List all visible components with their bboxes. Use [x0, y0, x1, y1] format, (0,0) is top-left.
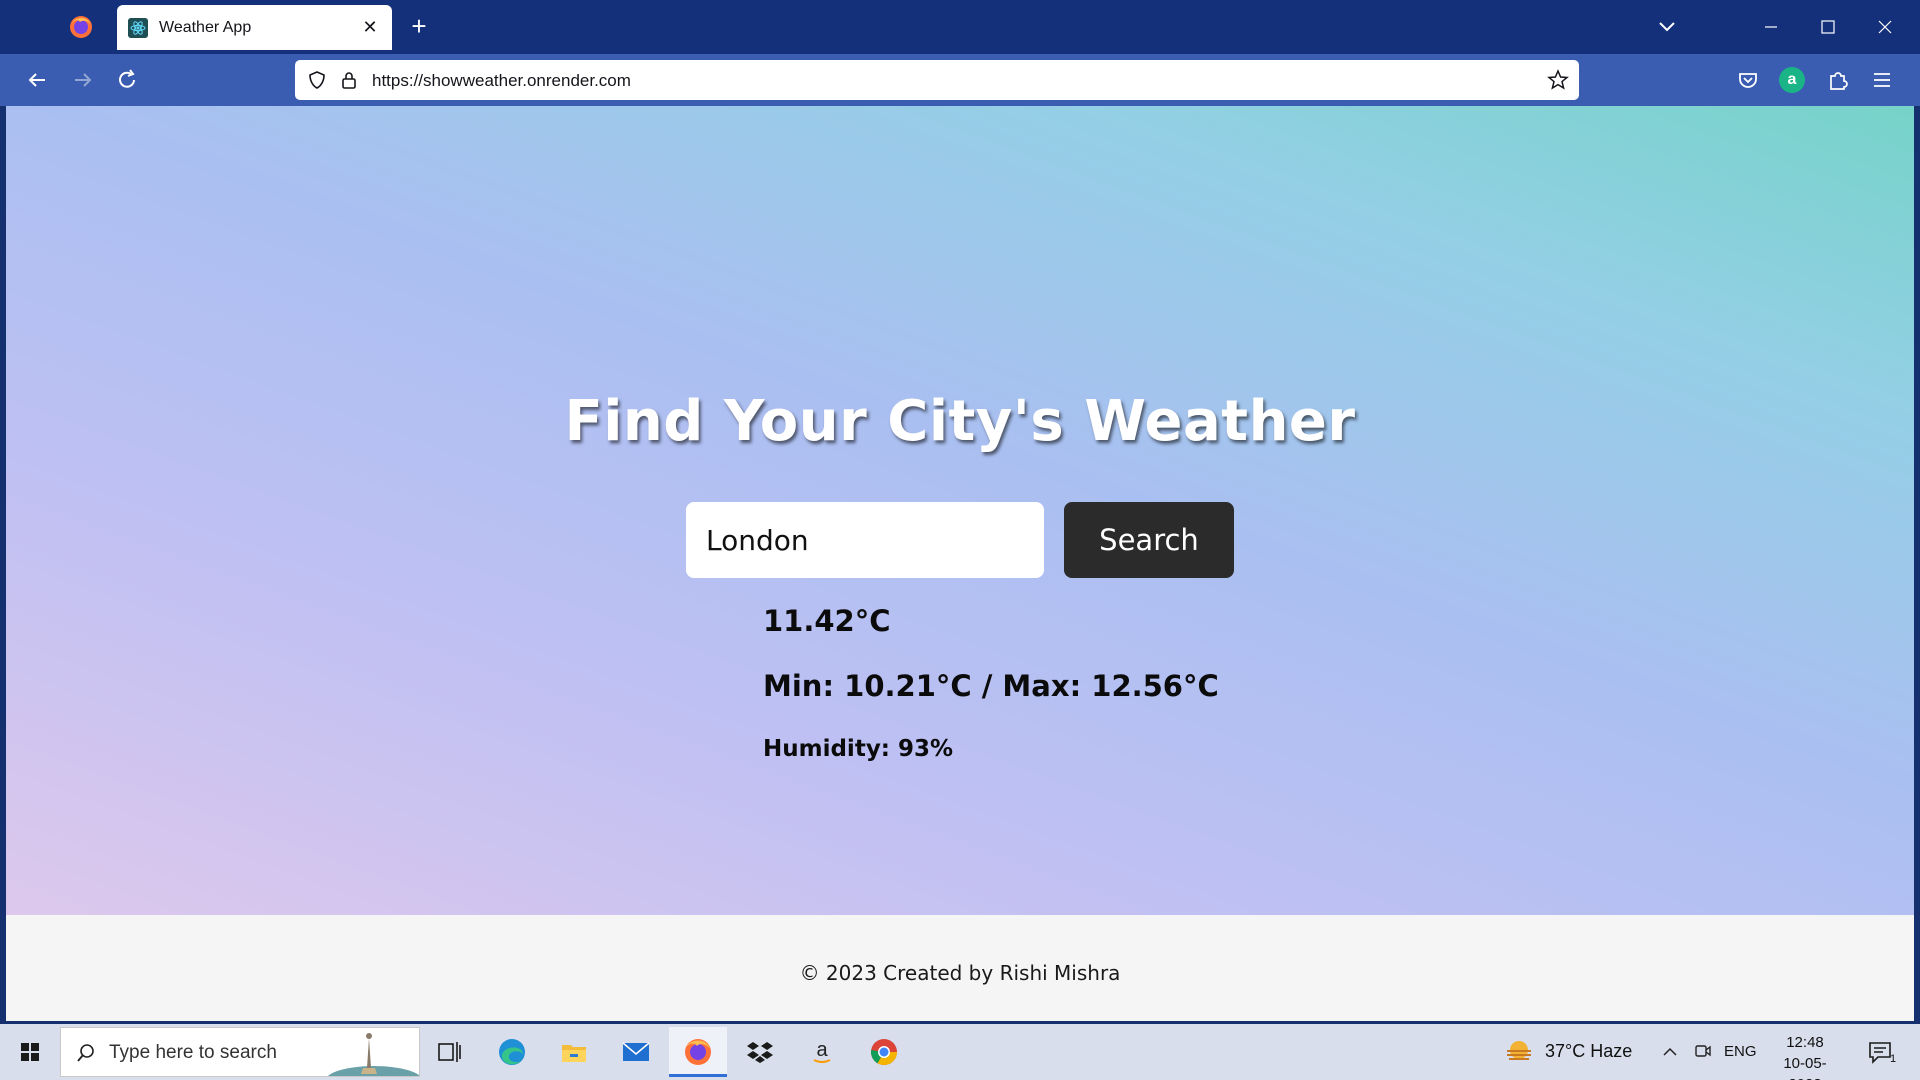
chrome-taskbar-app[interactable]	[855, 1027, 913, 1077]
mail-taskbar-app[interactable]	[607, 1027, 665, 1077]
chrome-icon	[870, 1039, 898, 1066]
min-max-temperature: Min: 10.21°C / Max: 12.56°C	[763, 669, 1219, 703]
react-favicon-icon	[128, 18, 148, 38]
navigation-toolbar: https://showweather.onrender.com a	[0, 54, 1920, 106]
taskbar: Type here to search a 37°C Haze ENG 12:4…	[0, 1024, 1920, 1080]
meet-now-icon[interactable]	[1693, 1041, 1713, 1061]
firefox-icon	[685, 1039, 711, 1065]
task-view-button[interactable]	[420, 1027, 478, 1077]
search-icon	[77, 1044, 94, 1062]
clock-date: 10-05-2023	[1783, 1055, 1827, 1080]
clock-time: 12:48	[1786, 1034, 1824, 1051]
maximize-button[interactable]	[1805, 8, 1851, 46]
url-text[interactable]: https://showweather.onrender.com	[372, 71, 631, 91]
mail-icon	[622, 1042, 650, 1061]
amazon-taskbar-app[interactable]: a	[793, 1027, 851, 1077]
edge-taskbar-app[interactable]	[483, 1027, 541, 1077]
humidity-value: Humidity: 93%	[763, 736, 954, 762]
chevron-down-icon[interactable]	[1652, 12, 1682, 42]
taskbar-search-box[interactable]: Type here to search	[60, 1027, 420, 1077]
weather-hero-section: Find Your City's Weather Search 11.42°C …	[6, 106, 1914, 915]
back-arrow-icon[interactable]	[21, 64, 53, 96]
temperature-value: 11.42°C	[763, 604, 891, 638]
pocket-icon[interactable]	[1735, 67, 1761, 93]
tab-close-icon[interactable]: ✕	[358, 15, 382, 39]
task-view-icon	[438, 1042, 461, 1062]
windows-start-icon[interactable]	[10, 1034, 50, 1070]
taskbar-search-placeholder: Type here to search	[109, 1042, 277, 1063]
city-search-input[interactable]	[686, 502, 1044, 578]
haze-weather-icon[interactable]	[1504, 1039, 1534, 1065]
dropbox-taskbar-app[interactable]	[731, 1027, 789, 1077]
input-language-indicator[interactable]: ENG	[1724, 1043, 1757, 1060]
folder-icon	[562, 1045, 586, 1062]
search-highlight-image	[328, 1033, 419, 1076]
taskbar-clock[interactable]: 12:48 10-05-2023	[1770, 1032, 1840, 1080]
maximize-icon	[1821, 20, 1835, 34]
new-tab-button[interactable]: +	[404, 12, 434, 42]
url-bar[interactable]: https://showweather.onrender.com	[295, 60, 1579, 100]
firefox-icon[interactable]	[68, 14, 94, 40]
edge-icon	[499, 1039, 525, 1065]
account-avatar[interactable]: a	[1779, 67, 1805, 93]
chevron-up-icon[interactable]	[1660, 1042, 1680, 1062]
star-icon[interactable]	[1547, 69, 1569, 91]
screen: Weather App ✕ + https://showweather.onre…	[0, 0, 1920, 1080]
tab-bar: Weather App ✕ +	[0, 0, 1920, 54]
lock-icon[interactable]	[339, 70, 359, 90]
svg-text:a: a	[816, 1039, 828, 1061]
search-button[interactable]: Search	[1064, 502, 1234, 578]
reload-icon[interactable]	[111, 64, 143, 96]
hamburger-menu-icon[interactable]	[1869, 67, 1895, 93]
file-explorer-taskbar-app[interactable]	[545, 1027, 603, 1077]
firefox-taskbar-app[interactable]	[669, 1027, 727, 1077]
minimize-button[interactable]	[1748, 8, 1794, 46]
shield-icon[interactable]	[307, 70, 327, 90]
taskbar-weather-text[interactable]: 37°C Haze	[1545, 1041, 1632, 1062]
close-window-button[interactable]	[1862, 8, 1908, 46]
close-icon	[1878, 20, 1892, 34]
page-footer: © 2023 Created by Rishi Mishra	[6, 915, 1914, 1021]
forward-arrow-icon[interactable]	[67, 64, 99, 96]
dropbox-icon	[747, 1042, 773, 1063]
extensions-icon[interactable]	[1825, 67, 1851, 93]
tab-weather-app[interactable]: Weather App ✕	[117, 5, 392, 50]
page-title: Find Your City's Weather	[564, 389, 1356, 454]
notification-count-badge: 1	[1889, 1053, 1897, 1065]
amazon-icon: a	[813, 1039, 831, 1063]
page-viewport: Find Your City's Weather Search 11.42°C …	[6, 106, 1914, 1021]
tab-title: Weather App	[159, 19, 252, 36]
footer-credit: © 2023 Created by Rishi Mishra	[799, 961, 1121, 985]
minimize-icon	[1765, 26, 1777, 28]
notification-center-button[interactable]: 1	[1866, 1038, 1900, 1068]
